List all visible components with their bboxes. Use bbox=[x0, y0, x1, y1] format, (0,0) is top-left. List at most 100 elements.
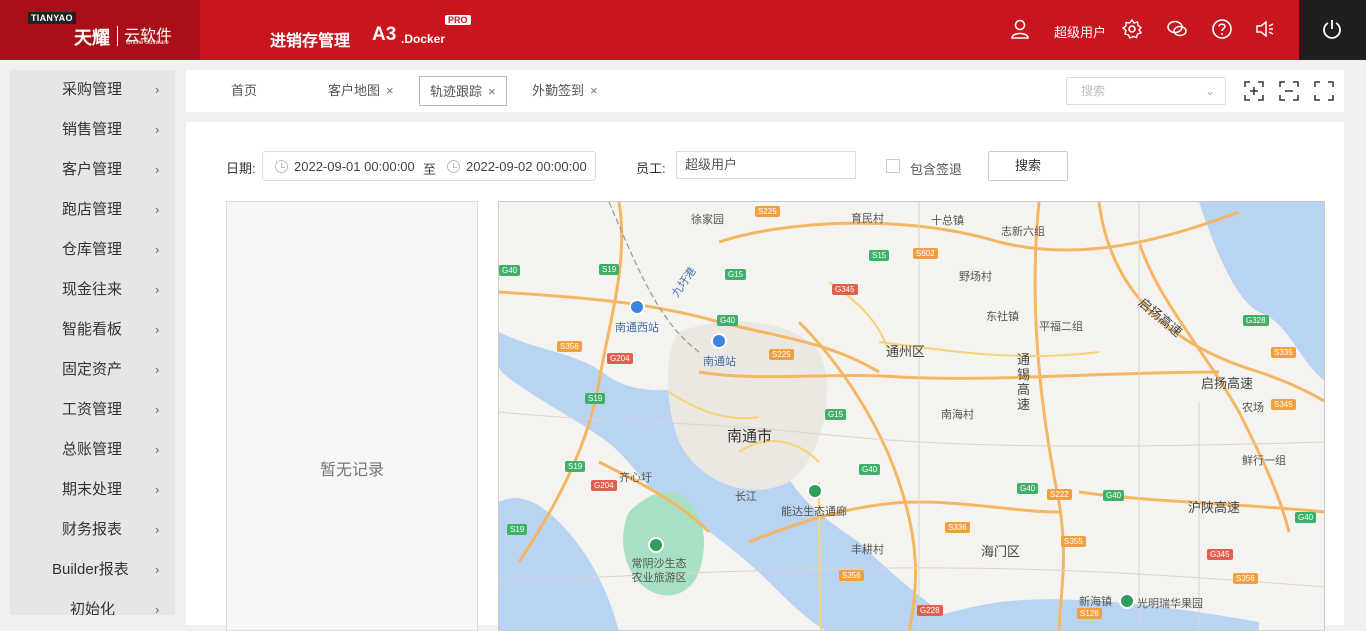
brand-subtitle-small: Online Software bbox=[126, 40, 169, 46]
train-station-icon bbox=[629, 299, 645, 315]
search-select[interactable]: 搜索 ⌄ bbox=[1066, 77, 1226, 105]
road-shield: S335 bbox=[1271, 347, 1296, 358]
tab-track[interactable]: 轨迹跟踪 × bbox=[419, 76, 507, 106]
sidebar-item-financial-reports[interactable]: 财务报表 › bbox=[10, 510, 175, 550]
road-shield: S225 bbox=[769, 349, 794, 360]
sidebar-item-init[interactable]: 初始化 › bbox=[10, 590, 175, 615]
road-shield: G345 bbox=[1207, 549, 1233, 560]
sidebar-item-fixed-assets[interactable]: 固定资产 › bbox=[10, 350, 175, 390]
sidebar-item-sales[interactable]: 销售管理 › bbox=[10, 110, 175, 150]
sidebar-item-label: 客户管理 bbox=[62, 161, 123, 178]
sidebar-item-label: 财务报表 bbox=[62, 521, 123, 538]
map-label: 丰耕村 bbox=[851, 544, 884, 556]
sidebar-item-cash[interactable]: 现金往来 › bbox=[10, 270, 175, 310]
map-label: 通锡高速 bbox=[1017, 352, 1031, 412]
speaker-icon[interactable] bbox=[1254, 18, 1276, 40]
map-label: 志新六组 bbox=[1001, 226, 1045, 238]
top-header: TIANYAO 天耀 云软件 Online Software 进销存管理 A3 … bbox=[0, 0, 1366, 60]
map-label: 长江 bbox=[735, 491, 757, 503]
tab-customer-map[interactable]: 客户地图 × bbox=[328, 76, 394, 106]
sidebar-item-period-end[interactable]: 期末处理 › bbox=[10, 470, 175, 510]
user-icon[interactable] bbox=[1009, 18, 1031, 40]
road-shield: G40 bbox=[859, 464, 881, 475]
map-view[interactable]: 徐家园 育民村 十总镇 志新六组 九圩港 野场村 南通西站 南通站 东社镇 平福… bbox=[498, 201, 1325, 631]
collapse-icon[interactable] bbox=[1278, 80, 1300, 102]
sidebar-item-customers[interactable]: 客户管理 › bbox=[10, 150, 175, 190]
road-shield: S15 bbox=[869, 250, 890, 261]
park-icon bbox=[1119, 593, 1135, 609]
pro-badge: PRO bbox=[445, 15, 471, 25]
map-label: 光明瑞华果园 bbox=[1137, 598, 1203, 610]
tab-home[interactable]: 首页 bbox=[231, 76, 257, 106]
clock-icon bbox=[275, 160, 288, 173]
date-label: 日期: bbox=[226, 161, 256, 176]
add-window-icon[interactable] bbox=[1243, 80, 1265, 102]
brand-logo[interactable]: TIANYAO 天耀 云软件 Online Software bbox=[0, 0, 200, 60]
brand-name: 天耀 bbox=[74, 28, 110, 48]
sidebar-item-warehouse[interactable]: 仓库管理 › bbox=[10, 230, 175, 270]
tab-checkin[interactable]: 外勤签到 × bbox=[532, 76, 598, 106]
map-label: 能达生态通廊 bbox=[781, 506, 847, 518]
sidebar-item-label: 总账管理 bbox=[62, 441, 123, 458]
close-icon[interactable]: × bbox=[488, 84, 496, 99]
chat-icon[interactable] bbox=[1166, 18, 1188, 40]
sidebar-item-payroll[interactable]: 工资管理 › bbox=[10, 390, 175, 430]
search-button[interactable]: 搜索 bbox=[988, 151, 1068, 181]
sidebar-item-label: 期末处理 bbox=[62, 481, 123, 498]
gear-icon[interactable] bbox=[1121, 18, 1143, 40]
clock-icon bbox=[447, 160, 460, 173]
tab-label: 轨迹跟踪 bbox=[430, 84, 483, 99]
main-content: 日期: 2022-09-01 00:00:00 至 2022-09-02 00:… bbox=[186, 122, 1344, 631]
start-date[interactable]: 2022-09-01 00:00:00 bbox=[294, 159, 415, 174]
sidebar-item-store-visits[interactable]: 跑店管理 › bbox=[10, 190, 175, 230]
sidebar-item-label: 智能看板 bbox=[62, 321, 123, 338]
product-suffix: .Docker bbox=[401, 32, 446, 46]
sidebar-item-purchase[interactable]: 采购管理 › bbox=[10, 70, 175, 110]
username[interactable]: 超级用户 bbox=[1054, 22, 1106, 41]
road-shield: S356 bbox=[557, 341, 582, 352]
sidebar-item-builder-reports[interactable]: Builder报表 › bbox=[10, 550, 175, 590]
sidebar-item-ledger[interactable]: 总账管理 › bbox=[10, 430, 175, 470]
road-shield: G204 bbox=[591, 480, 617, 491]
sidebar-item-label: 固定资产 bbox=[62, 361, 123, 378]
help-icon[interactable] bbox=[1211, 18, 1233, 40]
road-shield: S19 bbox=[599, 264, 620, 275]
road-shield: S19 bbox=[507, 524, 528, 535]
sidebar-item-label: 跑店管理 bbox=[62, 201, 123, 218]
logout-button[interactable] bbox=[1299, 0, 1366, 60]
chevron-right-icon: › bbox=[155, 402, 160, 417]
park-icon bbox=[648, 537, 664, 553]
app-name: 进销存管理 bbox=[270, 33, 351, 50]
road-shield: G228 bbox=[917, 605, 943, 616]
road-shield: S19 bbox=[565, 461, 586, 472]
road-shield: G40 bbox=[499, 265, 521, 276]
brand-divider bbox=[117, 26, 118, 46]
train-station-icon bbox=[711, 333, 727, 349]
include-checkout-checkbox[interactable] bbox=[886, 159, 900, 173]
fullscreen-icon[interactable] bbox=[1313, 80, 1335, 102]
road-shield: G40 bbox=[717, 315, 739, 326]
close-icon[interactable]: × bbox=[590, 83, 598, 98]
road-shield: G328 bbox=[1243, 315, 1269, 326]
employee-field[interactable]: 超级用户 bbox=[676, 151, 856, 179]
road-shield: S602 bbox=[913, 248, 938, 259]
map-label: 南通市 bbox=[727, 428, 773, 445]
road-shield: S225 bbox=[755, 206, 780, 217]
map-label: 常阴沙生态农业旅游区 bbox=[631, 558, 687, 584]
road-shield: G40 bbox=[1017, 483, 1039, 494]
map-label: 新海镇 bbox=[1079, 596, 1112, 608]
map-label: 平福二组 bbox=[1039, 321, 1083, 333]
chevron-right-icon: › bbox=[155, 162, 160, 177]
chevron-right-icon: › bbox=[155, 602, 160, 615]
chevron-right-icon: › bbox=[155, 322, 160, 337]
date-range-picker[interactable]: 2022-09-01 00:00:00 至 2022-09-02 00:00:0… bbox=[262, 151, 596, 181]
end-date[interactable]: 2022-09-02 00:00:00 bbox=[466, 159, 587, 174]
road-shield: S356 bbox=[839, 570, 864, 581]
sidebar-item-dashboard[interactable]: 智能看板 › bbox=[10, 310, 175, 350]
map-label: 沪陕高速 bbox=[1188, 500, 1241, 515]
brand-tag: TIANYAO bbox=[28, 12, 76, 24]
close-icon[interactable]: × bbox=[386, 83, 394, 98]
road-shield: G204 bbox=[607, 353, 633, 364]
chevron-right-icon: › bbox=[155, 562, 160, 577]
road-shield: G40 bbox=[1295, 512, 1317, 523]
